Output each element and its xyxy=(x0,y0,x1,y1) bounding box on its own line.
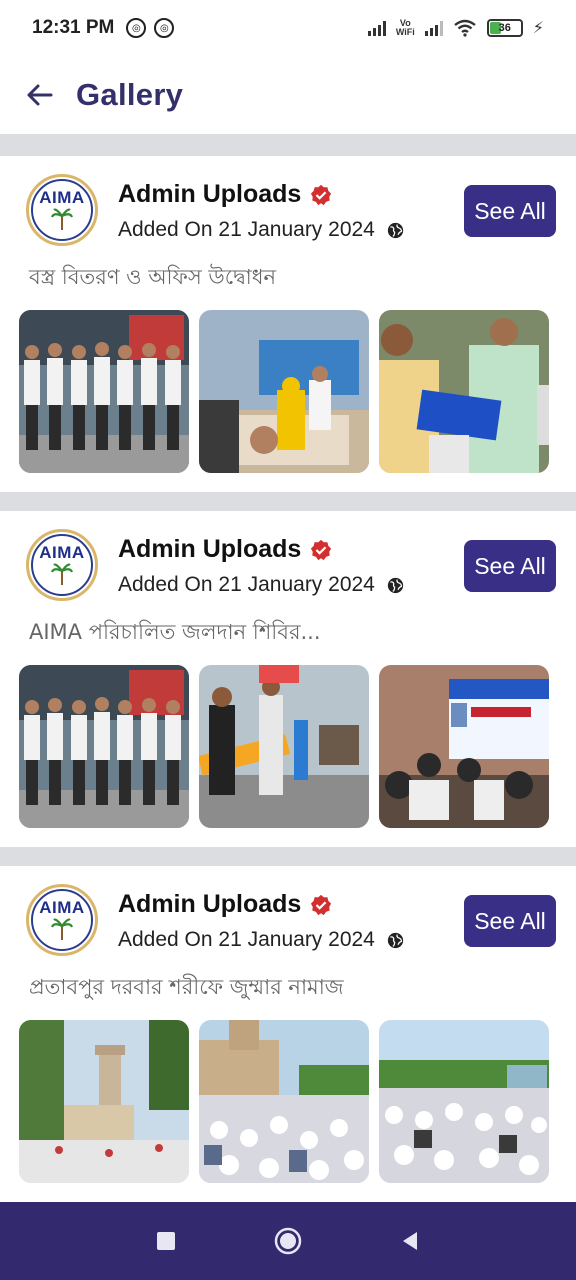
post-header: AIMA Admin Uploads Added On 21 January 2… xyxy=(26,884,556,960)
signal-icon xyxy=(367,20,386,36)
gallery-thumbnail[interactable] xyxy=(19,665,189,828)
gallery-thumbnail[interactable] xyxy=(19,310,189,473)
triangle-back-icon xyxy=(403,1232,417,1250)
gallery-thumbnail[interactable] xyxy=(199,310,369,473)
post-caption: AIMA পরিচালিত জলদান শিবির... xyxy=(29,620,321,644)
back-arrow-icon[interactable] xyxy=(22,78,56,112)
circle-icon xyxy=(274,1227,302,1255)
uploader-name: Admin Uploads xyxy=(118,535,332,564)
system-nav-bar xyxy=(0,1202,576,1280)
added-date: Added On 21 January 2024 xyxy=(118,573,404,597)
see-all-button[interactable]: See All xyxy=(464,540,556,592)
gallery-post: AIMA Admin Uploads Added On 21 January 2… xyxy=(0,866,576,1202)
post-caption: প্রতাবপুর দরবার শরীফে জুম্মার নামাজ xyxy=(29,975,344,999)
vowifi-icon: Vo WiFi xyxy=(396,19,415,37)
app-bar: Gallery xyxy=(0,56,576,134)
uploader-name: Admin Uploads xyxy=(118,180,332,209)
uploader-name: Admin Uploads xyxy=(118,890,332,919)
added-date-label: Added On 21 January 2024 xyxy=(118,218,375,241)
uploader-label: Admin Uploads xyxy=(118,890,302,918)
thumbnail-row xyxy=(19,1020,549,1183)
page-title: Gallery xyxy=(76,77,184,112)
gallery-thumbnail[interactable] xyxy=(19,1020,189,1183)
thumbnail-row xyxy=(19,665,549,828)
gallery-thumbnail[interactable] xyxy=(199,1020,369,1183)
added-date: Added On 21 January 2024 xyxy=(118,218,404,242)
signal-icon xyxy=(424,20,443,36)
recents-button[interactable] xyxy=(149,1224,183,1258)
post-caption: বস্ত্র বিতরণ ও অফিস উদ্বোধন xyxy=(29,265,277,289)
added-date-label: Added On 21 January 2024 xyxy=(118,573,375,596)
section-divider xyxy=(0,847,576,866)
notification-icon: ◎ xyxy=(126,18,147,38)
gallery-thumbnail[interactable] xyxy=(379,1020,549,1183)
aima-logo: AIMA xyxy=(26,529,98,601)
status-time: 12:31 PM xyxy=(32,17,115,38)
logo-text: AIMA xyxy=(39,898,85,917)
gallery-post: AIMA Admin Uploads Added On 21 January 2… xyxy=(0,156,576,492)
gallery-thumbnail[interactable] xyxy=(379,665,549,828)
gallery-post: AIMA Admin Uploads Added On 21 January 2… xyxy=(0,511,576,847)
gallery-thumbnail[interactable] xyxy=(379,310,549,473)
globe-icon xyxy=(387,222,404,238)
see-all-button[interactable]: See All xyxy=(464,185,556,237)
notification-icon: ◎ xyxy=(154,18,175,38)
logo-text: AIMA xyxy=(39,188,85,207)
gallery-thumbnail[interactable] xyxy=(199,665,369,828)
aima-logo: AIMA xyxy=(26,174,98,246)
charging-icon: ⚡ xyxy=(532,20,544,37)
square-icon xyxy=(157,1232,175,1250)
thumbnail-row xyxy=(19,310,549,473)
post-header: AIMA Admin Uploads Added On 21 January 2… xyxy=(26,529,556,605)
uploader-label: Admin Uploads xyxy=(118,535,302,563)
globe-icon xyxy=(387,577,404,593)
wifi-icon xyxy=(454,19,476,37)
see-all-button[interactable]: See All xyxy=(464,895,556,947)
post-header: AIMA Admin Uploads Added On 21 January 2… xyxy=(26,174,556,250)
verified-badge-icon xyxy=(311,894,332,915)
added-date: Added On 21 January 2024 xyxy=(118,928,404,952)
vowifi-bottom: WiFi xyxy=(395,27,415,37)
status-bar: 12:31 PM ◎ ◎ Vo WiFi 36 ⚡ xyxy=(0,0,576,56)
nav-back-button[interactable] xyxy=(393,1224,427,1258)
battery-level: 36 xyxy=(498,22,511,34)
section-divider xyxy=(0,134,576,156)
aima-logo: AIMA xyxy=(26,884,98,956)
section-divider xyxy=(0,492,576,511)
logo-text: AIMA xyxy=(39,543,85,562)
verified-badge-icon xyxy=(311,184,332,205)
home-button[interactable] xyxy=(271,1224,305,1258)
uploader-label: Admin Uploads xyxy=(118,180,302,208)
battery-icon: 36 xyxy=(486,19,523,37)
verified-badge-icon xyxy=(311,539,332,560)
added-date-label: Added On 21 January 2024 xyxy=(118,928,375,951)
globe-icon xyxy=(387,932,404,948)
